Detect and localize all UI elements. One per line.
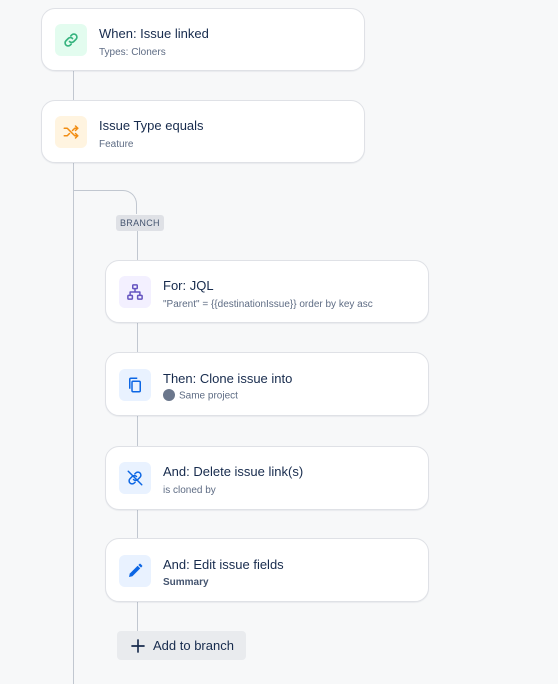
link-icon xyxy=(64,33,78,47)
branch-step-for-jql[interactable]: For: JQL "Parent" = {{destinationIssue}}… xyxy=(105,260,429,323)
copy-icon xyxy=(129,377,141,393)
branch-connector-line xyxy=(137,322,138,353)
add-to-branch-button[interactable]: Add to branch xyxy=(117,631,246,660)
step-title: And: Delete issue link(s) xyxy=(163,464,304,479)
hierarchy-icon xyxy=(127,284,143,300)
branch-tag: BRANCH xyxy=(116,215,164,231)
step-subtitle: is cloned by xyxy=(163,485,216,496)
step-title: Then: Clone issue into xyxy=(163,371,293,386)
trigger-subtitle: Types: Cloners xyxy=(99,47,166,58)
shuffle-icon xyxy=(63,125,79,139)
project-avatar xyxy=(163,389,175,401)
branch-step-delete-link[interactable]: And: Delete issue link(s) is cloned by xyxy=(105,446,429,510)
add-to-branch-label: Add to branch xyxy=(153,638,234,653)
condition-title: Issue Type equals xyxy=(99,118,204,133)
step-subtitle: Same project xyxy=(179,390,238,402)
main-connector-line xyxy=(73,70,74,102)
step-subtitle: "Parent" = {{destinationIssue}} order by… xyxy=(163,299,373,310)
branch-connector xyxy=(73,190,137,214)
step-icon-tile xyxy=(119,369,151,401)
step-icon-tile xyxy=(119,276,151,308)
pencil-icon xyxy=(129,563,143,577)
step-title: And: Edit issue fields xyxy=(163,557,284,572)
main-connector-line xyxy=(73,162,74,684)
branch-step-clone[interactable]: Then: Clone issue into Same project xyxy=(105,352,429,416)
branch-connector-line xyxy=(137,231,138,261)
condition-subtitle: Feature xyxy=(99,139,134,150)
step-title: For: JQL xyxy=(163,278,214,293)
unlink-icon xyxy=(127,470,143,486)
step-icon-tile xyxy=(119,555,151,587)
condition-card[interactable]: Issue Type equals Feature xyxy=(41,100,365,163)
step-icon-tile xyxy=(119,462,151,494)
step-subtitle-row: Same project xyxy=(163,389,238,402)
trigger-title: When: Issue linked xyxy=(99,26,209,41)
condition-icon-tile xyxy=(55,116,87,148)
branch-connector-line xyxy=(137,601,138,631)
branch-step-edit-fields[interactable]: And: Edit issue fields Summary xyxy=(105,538,429,602)
branch-connector-line xyxy=(137,509,138,539)
trigger-icon-tile xyxy=(55,24,87,56)
plus-icon xyxy=(131,638,145,653)
step-subtitle: Summary xyxy=(163,577,209,588)
branch-connector-line xyxy=(137,415,138,447)
trigger-card[interactable]: When: Issue linked Types: Cloners xyxy=(41,8,365,71)
